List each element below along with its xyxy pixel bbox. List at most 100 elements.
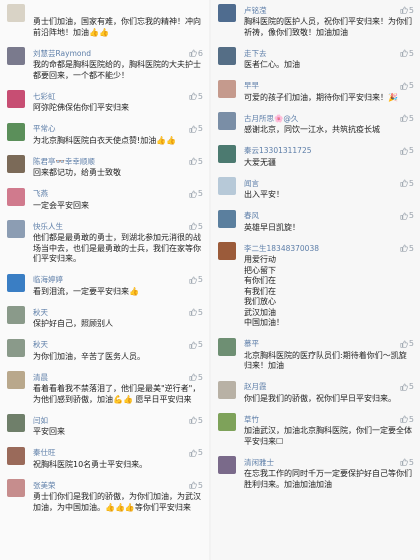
commenter-name[interactable]: 古月所思🌸@久 bbox=[244, 113, 400, 124]
like-button[interactable]: 5 bbox=[400, 179, 414, 188]
thumbs-up-icon[interactable] bbox=[400, 6, 408, 14]
avatar[interactable] bbox=[7, 338, 25, 357]
like-button[interactable]: 5 bbox=[400, 458, 414, 467]
like-button[interactable]: 5 bbox=[400, 244, 414, 253]
thumbs-up-icon[interactable] bbox=[400, 340, 408, 348]
thumbs-up-icon[interactable] bbox=[400, 458, 408, 466]
thumbs-up-icon[interactable] bbox=[189, 125, 197, 133]
thumbs-up-icon[interactable] bbox=[189, 190, 197, 198]
avatar[interactable] bbox=[7, 47, 25, 65]
like-button[interactable]: 5 bbox=[400, 114, 414, 123]
thumbs-up-icon[interactable] bbox=[189, 276, 197, 284]
commenter-name[interactable]: 闻言 bbox=[244, 178, 400, 189]
like-button[interactable]: 5 bbox=[189, 222, 203, 231]
thumbs-up-icon[interactable] bbox=[400, 179, 408, 187]
like-button[interactable]: 5 bbox=[189, 308, 203, 317]
commenter-name[interactable]: 秋天 bbox=[33, 307, 189, 318]
like-button[interactable]: 5 bbox=[189, 481, 203, 490]
like-button[interactable]: 5 bbox=[400, 146, 414, 155]
avatar[interactable] bbox=[7, 220, 25, 238]
avatar[interactable] bbox=[218, 144, 236, 163]
thumbs-up-icon[interactable] bbox=[400, 383, 408, 391]
avatar[interactable] bbox=[218, 242, 236, 260]
avatar[interactable] bbox=[218, 4, 236, 22]
commenter-name[interactable]: 快乐人生 bbox=[33, 221, 189, 232]
like-button[interactable]: 5 bbox=[400, 81, 414, 90]
thumbs-up-icon[interactable] bbox=[189, 416, 197, 424]
commenter-name[interactable]: 陈君亭👓幸幸顺顺 bbox=[33, 156, 189, 167]
avatar[interactable] bbox=[7, 446, 25, 465]
thumbs-up-icon[interactable] bbox=[189, 92, 197, 100]
commenter-name[interactable]: 秋天 bbox=[33, 339, 189, 350]
like-button[interactable]: 5 bbox=[189, 448, 203, 457]
commenter-name[interactable]: 飞燕 bbox=[33, 188, 189, 199]
like-button[interactable]: 5 bbox=[400, 339, 414, 348]
avatar[interactable] bbox=[218, 177, 236, 195]
thumbs-up-icon[interactable] bbox=[189, 308, 197, 316]
avatar[interactable] bbox=[7, 187, 25, 206]
like-button[interactable]: 5 bbox=[400, 211, 414, 220]
like-button[interactable]: 5 bbox=[400, 6, 414, 15]
like-button[interactable]: 5 bbox=[189, 157, 203, 166]
commenter-name[interactable]: 平常心 bbox=[33, 123, 189, 134]
avatar[interactable] bbox=[218, 209, 236, 228]
avatar[interactable] bbox=[7, 122, 25, 141]
commenter-name[interactable]: 刘慧芸Raymond bbox=[33, 48, 189, 59]
commenter-name[interactable]: 七彩虹 bbox=[33, 91, 189, 102]
commenter-name[interactable]: 李二生18348370038 bbox=[244, 243, 400, 254]
commenter-name[interactable]: 早早 bbox=[244, 80, 400, 91]
avatar[interactable] bbox=[218, 112, 236, 130]
commenter-name[interactable]: 闫如 bbox=[33, 415, 189, 426]
commenter-name[interactable]: 临海婷婷 bbox=[33, 274, 189, 285]
avatar[interactable] bbox=[218, 456, 236, 474]
avatar[interactable] bbox=[218, 337, 236, 356]
thumbs-up-icon[interactable] bbox=[189, 222, 197, 230]
avatar[interactable] bbox=[218, 380, 236, 399]
like-button[interactable]: 5 bbox=[189, 416, 203, 425]
thumbs-up-icon[interactable] bbox=[189, 157, 197, 165]
avatar[interactable] bbox=[7, 273, 25, 292]
avatar[interactable] bbox=[218, 79, 236, 98]
thumbs-up-icon[interactable] bbox=[400, 415, 408, 423]
thumbs-up-icon[interactable] bbox=[400, 82, 408, 90]
thumbs-up-icon[interactable] bbox=[189, 481, 197, 489]
like-button[interactable]: 5 bbox=[189, 340, 203, 349]
commenter-name[interactable]: 清闲雅士 bbox=[244, 457, 400, 468]
like-button[interactable]: 5 bbox=[189, 189, 203, 198]
thumbs-up-icon[interactable] bbox=[189, 449, 197, 457]
commenter-name[interactable]: 走下去 bbox=[244, 48, 400, 59]
thumbs-up-icon[interactable] bbox=[400, 49, 408, 57]
like-button[interactable]: 5 bbox=[400, 415, 414, 424]
avatar[interactable] bbox=[7, 306, 25, 324]
thumbs-up-icon[interactable] bbox=[189, 373, 197, 381]
like-button[interactable]: 5 bbox=[189, 124, 203, 133]
avatar[interactable] bbox=[7, 371, 25, 389]
like-button[interactable]: 5 bbox=[400, 49, 414, 58]
commenter-name[interactable]: 张美荣 bbox=[33, 480, 189, 491]
like-button[interactable]: 5 bbox=[189, 275, 203, 284]
thumbs-up-icon[interactable] bbox=[400, 147, 408, 155]
commenter-name[interactable]: 秦云13301311725 bbox=[244, 145, 400, 156]
avatar[interactable] bbox=[7, 155, 25, 173]
like-button[interactable]: 5 bbox=[189, 92, 203, 101]
thumbs-up-icon[interactable] bbox=[189, 49, 197, 57]
avatar[interactable] bbox=[7, 4, 25, 22]
commenter-name[interactable]: 春风 bbox=[244, 210, 400, 221]
commenter-name[interactable]: 清晨 bbox=[33, 372, 189, 383]
avatar[interactable] bbox=[7, 479, 25, 497]
like-button[interactable]: 6 bbox=[189, 49, 203, 58]
commenter-name[interactable]: 赵月霞 bbox=[244, 381, 400, 392]
commenter-name[interactable]: 慕平 bbox=[244, 338, 400, 349]
avatar[interactable] bbox=[7, 414, 25, 432]
avatar[interactable] bbox=[218, 413, 236, 431]
like-button[interactable]: 5 bbox=[400, 382, 414, 391]
thumbs-up-icon[interactable] bbox=[400, 212, 408, 220]
commenter-name[interactable]: 卢铭滢 bbox=[244, 5, 400, 16]
like-button[interactable]: 5 bbox=[189, 373, 203, 382]
commenter-name[interactable]: 草竹 bbox=[244, 414, 400, 425]
thumbs-up-icon[interactable] bbox=[189, 341, 197, 349]
avatar[interactable] bbox=[7, 90, 25, 108]
thumbs-up-icon[interactable] bbox=[400, 114, 408, 122]
commenter-name[interactable]: 秦仕旺 bbox=[33, 447, 189, 458]
avatar[interactable] bbox=[218, 47, 236, 65]
